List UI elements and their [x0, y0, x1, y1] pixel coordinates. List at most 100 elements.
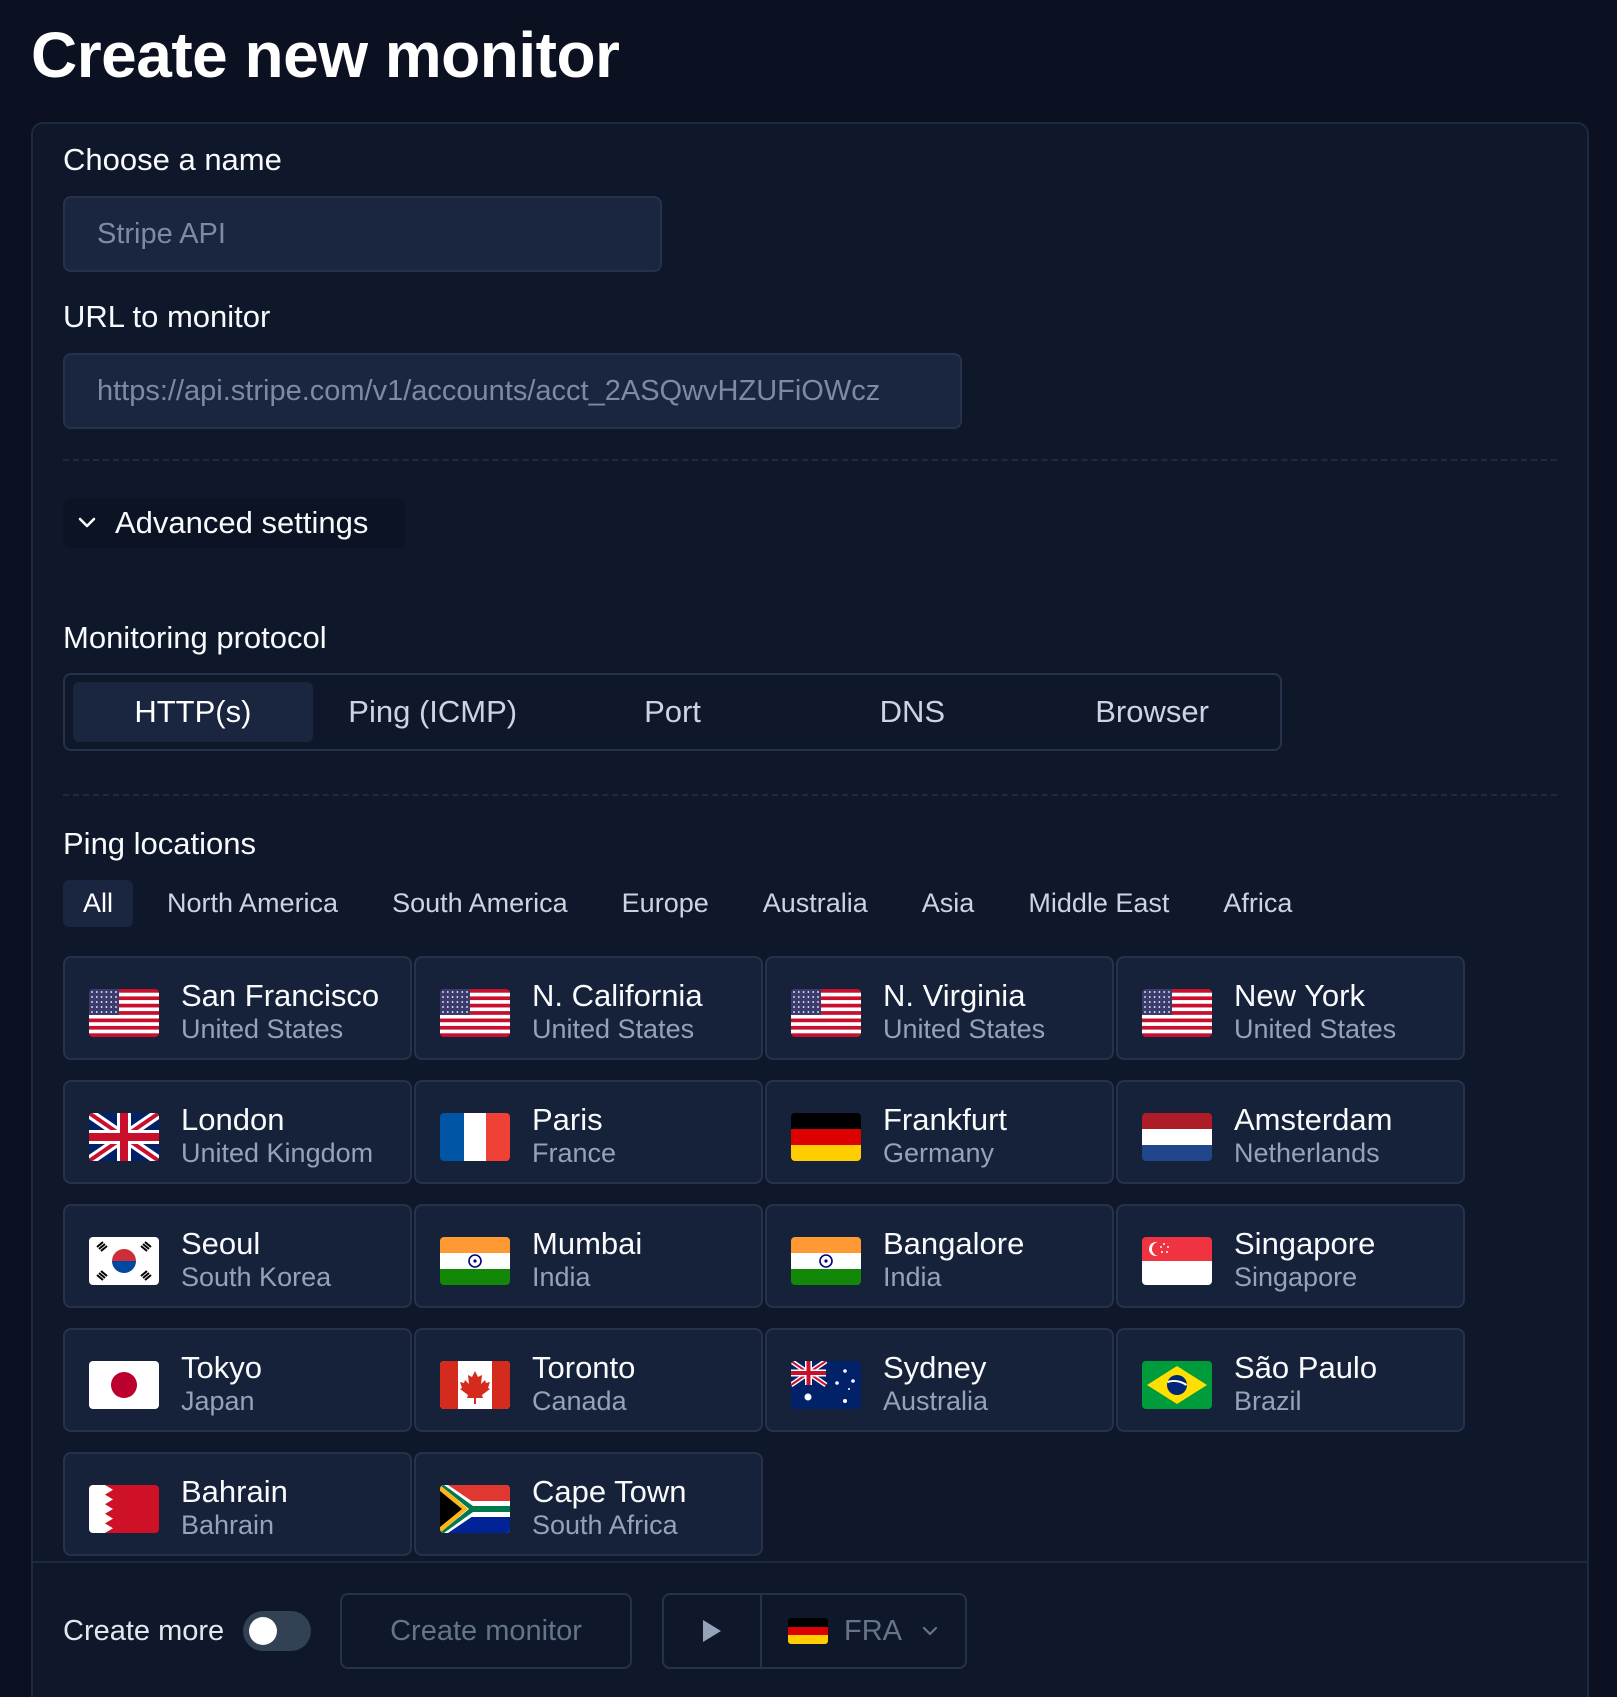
location-city: New York	[1234, 978, 1365, 1013]
region-tab-africa[interactable]: Africa	[1223, 888, 1292, 919]
region-tabs: All North America South America Europe A…	[63, 880, 1346, 927]
name-label: Choose a name	[63, 142, 282, 177]
us-flag-icon	[1142, 989, 1212, 1037]
page-title: Create new monitor	[31, 19, 620, 91]
region-tab-all[interactable]: All	[63, 880, 134, 927]
location-card[interactable]: Bangalore India	[765, 1204, 1114, 1308]
location-card[interactable]: Mumbai India	[414, 1204, 763, 1308]
location-country: United States	[883, 1014, 1046, 1044]
region-tab-south-america[interactable]: South America	[392, 888, 568, 919]
name-input[interactable]: Stripe API	[63, 196, 662, 272]
location-country: South Africa	[532, 1510, 678, 1540]
location-card[interactable]: Sydney Australia	[765, 1328, 1114, 1432]
location-city: N. Virginia	[883, 978, 1026, 1013]
location-country: India	[883, 1262, 942, 1292]
form-footer: Create more Create monitor FRA	[33, 1561, 1587, 1697]
jp-flag-icon	[89, 1361, 159, 1409]
location-country: Germany	[883, 1138, 995, 1168]
br-flag-icon	[1142, 1361, 1212, 1409]
location-card[interactable]: New York United States	[1116, 956, 1465, 1060]
location-card[interactable]: N. California United States	[414, 956, 763, 1060]
region-tab-europe[interactable]: Europe	[622, 888, 709, 919]
location-city: Sydney	[883, 1350, 987, 1385]
create-monitor-page: Create new monitor Choose a name Stripe …	[0, 0, 1617, 1697]
location-card[interactable]: Seoul South Korea	[63, 1204, 412, 1308]
location-city: Bahrain	[181, 1474, 288, 1509]
location-card[interactable]: Tokyo Japan	[63, 1328, 412, 1432]
location-card[interactable]: N. Virginia United States	[765, 956, 1114, 1060]
location-city: London	[181, 1102, 285, 1137]
locations-label: Ping locations	[63, 826, 257, 861]
protocol-tab-port[interactable]: Port	[553, 682, 793, 742]
location-card[interactable]: Amsterdam Netherlands	[1116, 1080, 1465, 1184]
sg-flag-icon	[1142, 1237, 1212, 1285]
location-city: Singapore	[1234, 1226, 1376, 1261]
url-label: URL to monitor	[63, 299, 271, 334]
location-card[interactable]: Cape Town South Africa	[414, 1452, 763, 1556]
location-card[interactable]: Frankfurt Germany	[765, 1080, 1114, 1184]
location-card[interactable]: Toronto Canada	[414, 1328, 763, 1432]
location-country: Brazil	[1234, 1386, 1302, 1416]
nl-flag-icon	[1142, 1113, 1212, 1161]
name-placeholder: Stripe API	[97, 217, 226, 250]
location-city: Mumbai	[532, 1226, 643, 1261]
location-city: Toronto	[532, 1350, 636, 1385]
create-monitor-label: Create monitor	[390, 1614, 582, 1647]
location-city: Seoul	[181, 1226, 261, 1261]
ca-flag-icon	[440, 1361, 510, 1409]
advanced-settings-label: Advanced settings	[115, 505, 369, 540]
location-city: Frankfurt	[883, 1102, 1008, 1137]
location-city: Tokyo	[181, 1350, 262, 1385]
advanced-settings-toggle[interactable]: Advanced settings	[63, 498, 405, 548]
location-card[interactable]: London United Kingdom	[63, 1080, 412, 1184]
location-country: United States	[1234, 1014, 1397, 1044]
run-test-button[interactable]	[664, 1595, 762, 1667]
location-country: Bahrain	[181, 1510, 275, 1540]
location-city: Paris	[532, 1102, 603, 1137]
location-card[interactable]: São Paulo Brazil	[1116, 1328, 1465, 1432]
uk-flag-icon	[89, 1113, 159, 1161]
location-country: United States	[532, 1014, 695, 1044]
divider	[63, 459, 1557, 461]
location-city: Amsterdam	[1234, 1102, 1393, 1137]
au-flag-icon	[791, 1361, 861, 1409]
region-tab-middle-east[interactable]: Middle East	[1028, 888, 1169, 919]
location-card[interactable]: San Francisco United States	[63, 956, 412, 1060]
location-country: India	[532, 1262, 591, 1292]
protocol-tab-http[interactable]: HTTP(s)	[73, 682, 313, 742]
region-tab-north-america[interactable]: North America	[167, 888, 338, 919]
us-flag-icon	[89, 989, 159, 1037]
divider	[63, 794, 1557, 796]
chevron-down-icon	[922, 1626, 938, 1636]
in-flag-icon	[791, 1237, 861, 1285]
de-flag-icon	[788, 1618, 828, 1644]
location-card[interactable]: Singapore Singapore	[1116, 1204, 1465, 1308]
location-city: Cape Town	[532, 1474, 687, 1509]
fr-flag-icon	[440, 1113, 510, 1161]
location-country: Japan	[181, 1386, 255, 1416]
protocol-tab-dns[interactable]: DNS	[792, 682, 1032, 742]
location-country: Australia	[883, 1386, 989, 1416]
run-region-select[interactable]: FRA	[762, 1595, 965, 1667]
region-tab-australia[interactable]: Australia	[763, 888, 868, 919]
test-run-control: FRA	[662, 1593, 967, 1669]
protocol-tab-browser[interactable]: Browser	[1032, 682, 1272, 742]
location-city: Bangalore	[883, 1226, 1025, 1261]
create-monitor-button[interactable]: Create monitor	[340, 1593, 632, 1669]
in-flag-icon	[440, 1237, 510, 1285]
location-city: São Paulo	[1234, 1350, 1378, 1385]
monitor-form-card: Choose a name Stripe API URL to monitor …	[31, 122, 1589, 1697]
location-city: N. California	[532, 978, 703, 1013]
location-country: United Kingdom	[181, 1138, 374, 1168]
region-tab-asia[interactable]: Asia	[922, 888, 975, 919]
protocol-tab-ping[interactable]: Ping (ICMP)	[313, 682, 553, 742]
create-more-toggle[interactable]	[243, 1611, 311, 1651]
location-city: San Francisco	[181, 978, 380, 1013]
location-country: France	[532, 1138, 617, 1168]
location-card[interactable]: Bahrain Bahrain	[63, 1452, 412, 1556]
location-country: Singapore	[1234, 1262, 1358, 1292]
toggle-knob	[249, 1617, 277, 1645]
location-country: United States	[181, 1014, 344, 1044]
location-card[interactable]: Paris France	[414, 1080, 763, 1184]
url-input[interactable]: https://api.stripe.com/v1/accounts/acct_…	[63, 353, 962, 429]
